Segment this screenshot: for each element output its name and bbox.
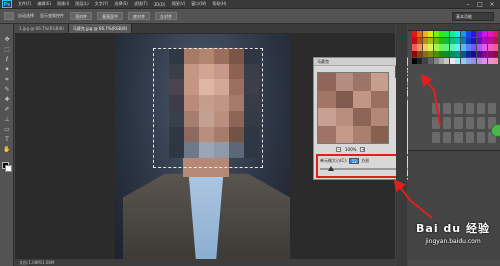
auto-select-label[interactable]: 自动选择 [18,13,34,19]
swatches-grid[interactable] [412,31,498,64]
menu-help[interactable]: 帮助(H) [209,1,229,7]
eraser-icon[interactable]: ▭ [3,126,11,134]
maximize-icon[interactable]: □ [474,0,486,9]
align-vcenter-button[interactable]: 垂直居中 [97,12,123,20]
tools-panel: ✥ ⬚ ℓ ✦ ⌗ ✎ ✚ ✐ ⊥ ▭ T ✋ [0,24,14,266]
curves-icon[interactable] [454,103,463,115]
show-transform-label[interactable]: 显示变换控件 [40,13,64,19]
marquee-icon[interactable]: ⬚ [3,46,11,54]
menu-image[interactable]: 图像(I) [54,1,72,7]
stamp-icon[interactable]: ⊥ [3,116,11,124]
align-top-button[interactable]: 顶对齐 [70,12,92,20]
lookup-icon[interactable] [476,117,485,129]
move-icon[interactable]: ✥ [3,36,11,44]
workspace-select[interactable]: 基本功能 [452,12,494,21]
zoom-controls: − 100% + [332,147,369,152]
minimize-icon[interactable]: – [462,0,474,9]
align-bottom-button[interactable]: 底对齐 [128,12,150,20]
menu-select[interactable]: 选择(S) [111,1,131,7]
vibrance-icon[interactable] [476,103,485,115]
crop-icon[interactable]: ⌗ [3,76,11,84]
brightness-icon[interactable] [432,103,441,115]
move-tool-icon[interactable] [4,12,14,20]
menu-filter[interactable]: 滤镜(T) [131,1,151,7]
bw-icon[interactable] [443,117,452,129]
exposure-icon[interactable] [465,103,474,115]
color-balance-icon[interactable] [432,117,441,129]
menu-view[interactable]: 视图(V) [168,1,188,7]
photo-filter-icon[interactable] [454,117,463,129]
status-bar: 文档:1.08M/1.08M [15,259,395,266]
watermark-url: jingyan.baidu.com [425,238,481,245]
menu-bar: Ps 文件(F) 编辑(E) 图像(I) 图层(L) 文字(Y) 选择(S) 滤… [0,0,500,9]
swatches-panel-tab[interactable] [408,24,500,31]
lasso-icon[interactable]: ℓ [3,56,11,64]
posterize-icon[interactable] [432,131,441,143]
marquee-selection[interactable] [153,48,263,168]
adjustments-panel [432,103,496,143]
menu-file[interactable]: 文件(F) [15,1,34,7]
eyedropper-icon[interactable]: ✎ [3,86,11,94]
gradient-map-icon[interactable] [454,131,463,143]
menu-type[interactable]: 文字(Y) [92,1,112,7]
photoshop-logo: Ps [2,0,12,8]
type-icon[interactable]: T [3,136,11,144]
healing-icon[interactable]: ✚ [3,96,11,104]
options-bar: 自动选择 显示变换控件 顶对齐 垂直居中 底对齐 左对齐 [0,9,500,24]
hand-icon[interactable]: ✋ [3,146,11,154]
levels-icon[interactable] [443,103,452,115]
tab-document-1[interactable]: 1.jpg @ 66.7%(RGB/8) [15,24,69,33]
zoom-out-button[interactable]: − [336,147,341,152]
panel-icon-strip [396,24,407,266]
shadows-icon[interactable] [476,131,485,143]
watermark: Bai du 经验 jingyan.baidu.com [408,220,498,245]
tab-document-mosaic[interactable]: 马赛克.jpg @ 66.7%(RGB/8) [68,24,133,33]
filter-preview[interactable] [317,72,389,144]
watermark-brand: Bai du 经验 [416,222,490,235]
hue-icon[interactable] [487,103,496,115]
selective-color-icon[interactable] [465,131,474,143]
channel-mixer-icon[interactable] [465,117,474,129]
magic-wand-icon[interactable]: ✦ [3,66,11,74]
threshold-icon[interactable] [443,131,452,143]
menu-window[interactable]: 窗口(W) [188,1,209,7]
green-button[interactable] [491,124,500,137]
document-tabs: 1.jpg @ 66.7%(RGB/8) 马赛克.jpg @ 66.7%(RGB… [15,24,395,33]
menu-layer[interactable]: 图层(L) [72,1,91,7]
zoom-level: 100% [345,147,357,152]
background-color-swatch[interactable] [5,165,12,172]
brush-icon[interactable]: ✐ [3,106,11,114]
menu-3d[interactable]: 3D(D) [151,2,169,7]
zoom-in-button[interactable]: + [360,147,366,152]
menu-edit[interactable]: 编辑(E) [34,1,54,7]
close-icon[interactable]: × [486,0,498,9]
align-left-button[interactable]: 左对齐 [155,12,177,20]
